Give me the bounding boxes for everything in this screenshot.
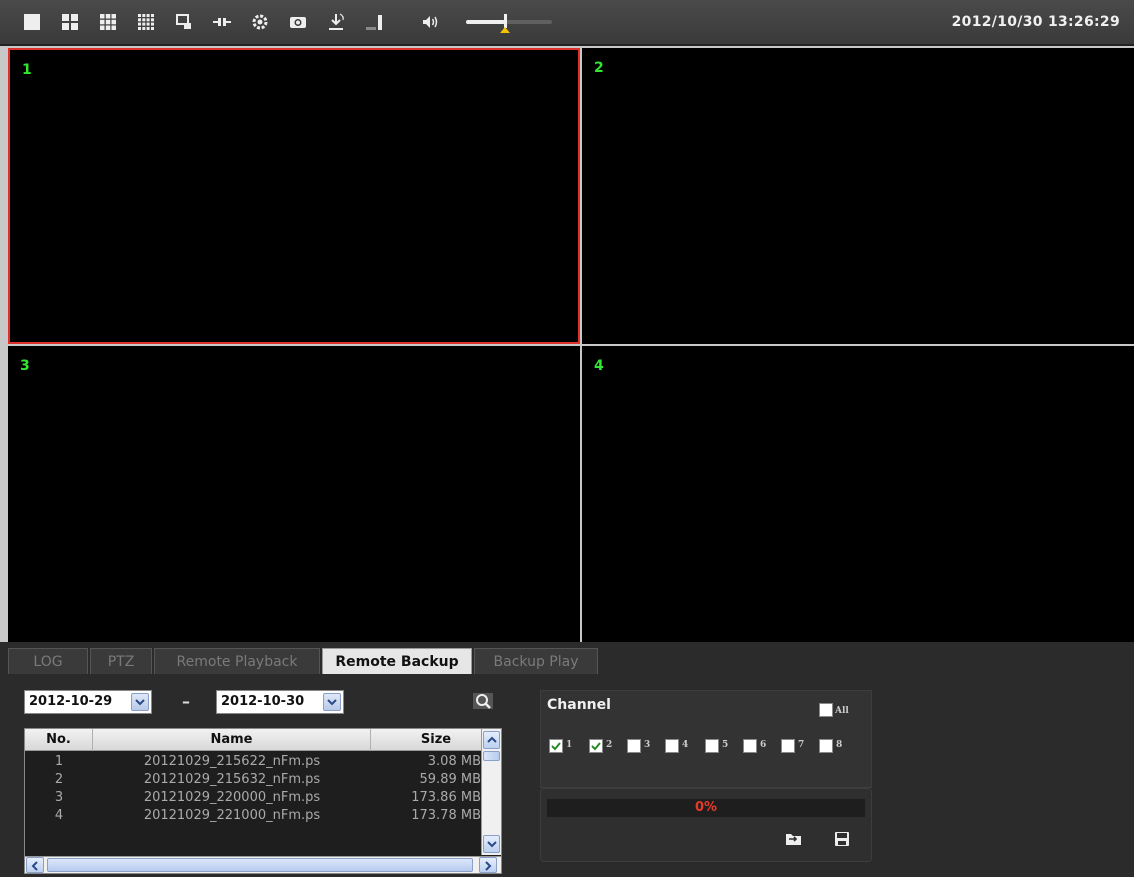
video-pane-4[interactable]: 4 bbox=[582, 346, 1134, 642]
open-folder-icon[interactable] bbox=[784, 829, 806, 851]
tab-ptz[interactable]: PTZ bbox=[90, 648, 152, 674]
cell-name: 20121029_215632_nFm.ps bbox=[143, 772, 321, 787]
channel-checkbox-4[interactable] bbox=[665, 739, 679, 753]
cell-no: 1 bbox=[54, 754, 64, 769]
video-pane-1[interactable]: 1 bbox=[8, 48, 580, 344]
save-icon[interactable] bbox=[832, 829, 854, 851]
cell-size: 59.89 MB bbox=[419, 772, 481, 787]
volume-marker-icon bbox=[500, 27, 510, 33]
table-row[interactable]: 2 20121029_215632_nFm.ps 59.89 MB bbox=[25, 771, 501, 789]
channel-checkbox-8[interactable] bbox=[819, 739, 833, 753]
chevron-down-icon[interactable] bbox=[483, 835, 500, 853]
cell-no: 4 bbox=[54, 808, 64, 823]
layout-9-icon[interactable] bbox=[98, 12, 118, 32]
fullscreen-icon[interactable] bbox=[174, 12, 194, 32]
date-range-separator: – bbox=[182, 692, 190, 711]
channel-checkbox-label: 4 bbox=[682, 740, 689, 750]
tab-bar: LOG PTZ Remote Playback Remote Backup Ba… bbox=[0, 642, 1134, 676]
chevron-right-icon[interactable] bbox=[479, 857, 497, 873]
tab-log[interactable]: LOG bbox=[8, 648, 88, 674]
cell-name: 20121029_215622_nFm.ps bbox=[143, 754, 321, 769]
vertical-scroll-thumb[interactable] bbox=[483, 751, 500, 761]
cell-no: 2 bbox=[54, 772, 64, 787]
pane-number-label: 4 bbox=[594, 358, 604, 374]
chevron-up-icon[interactable] bbox=[483, 731, 500, 749]
table-row[interactable]: 3 20121029_220000_nFm.ps 173.86 MB bbox=[25, 789, 501, 807]
cell-size: 173.78 MB bbox=[411, 808, 481, 823]
channel-checkbox-label: 3 bbox=[644, 740, 651, 750]
record-download-icon[interactable] bbox=[326, 12, 346, 32]
end-date-value: 2012-10-30 bbox=[221, 694, 305, 709]
pane-number-label: 1 bbox=[22, 62, 32, 78]
all-channels-label: All bbox=[835, 706, 849, 716]
cell-name: 20121029_220000_nFm.ps bbox=[143, 790, 321, 805]
tab-backup-play[interactable]: Backup Play bbox=[474, 648, 598, 674]
chevron-left-icon[interactable] bbox=[26, 857, 44, 873]
column-header-no[interactable]: No. bbox=[25, 729, 93, 751]
cell-size: 3.08 MB bbox=[427, 754, 481, 769]
start-date-value: 2012-10-29 bbox=[29, 694, 113, 709]
table-row[interactable]: 4 20121029_221000_nFm.ps 173.78 MB bbox=[25, 807, 501, 825]
channel-checkbox-7[interactable] bbox=[781, 739, 795, 753]
tab-remote-playback[interactable]: Remote Playback bbox=[154, 648, 320, 674]
horizontal-scroll-thumb[interactable] bbox=[47, 858, 473, 872]
channel-checkbox-6[interactable] bbox=[743, 739, 757, 753]
search-icon[interactable] bbox=[472, 690, 496, 714]
channel-checkbox-label: 6 bbox=[760, 740, 767, 750]
layout-1-icon[interactable] bbox=[22, 12, 42, 32]
layout-16-icon[interactable] bbox=[136, 12, 156, 32]
pane-number-label: 3 bbox=[20, 358, 30, 374]
volume-fill bbox=[466, 20, 505, 24]
start-date-select[interactable]: 2012-10-29 bbox=[24, 690, 152, 714]
channel-checkbox-label: 5 bbox=[722, 740, 729, 750]
channel-panel: Channel All 1 2 3 4 5 6 7 8 bbox=[540, 690, 872, 788]
video-pane-2[interactable]: 2 bbox=[582, 48, 1134, 344]
cell-name: 20121029_221000_nFm.ps bbox=[143, 808, 321, 823]
video-grid: 1 2 3 4 bbox=[0, 46, 1134, 642]
table-row[interactable]: 1 20121029_215622_nFm.ps 3.08 MB bbox=[25, 753, 501, 771]
channel-checkbox-label: 7 bbox=[798, 740, 805, 750]
chevron-down-icon[interactable] bbox=[323, 693, 341, 711]
progress-text: 0% bbox=[694, 800, 718, 815]
all-channels-checkbox[interactable] bbox=[819, 703, 833, 717]
vertical-scrollbar[interactable] bbox=[481, 729, 501, 855]
channel-title: Channel bbox=[547, 697, 611, 713]
table-body: 1 20121029_215622_nFm.ps 3.08 MB 2 20121… bbox=[25, 751, 501, 857]
progress-bar: 0% bbox=[547, 799, 865, 817]
backup-progress-panel: 0% bbox=[540, 788, 872, 862]
datetime-display: 2012/10/30 13:26:29 bbox=[951, 14, 1120, 30]
video-pane-3[interactable]: 3 bbox=[8, 346, 580, 642]
horizontal-scrollbar[interactable] bbox=[25, 856, 501, 873]
tab-remote-backup[interactable]: Remote Backup bbox=[322, 648, 472, 674]
channel-checkbox-2[interactable] bbox=[589, 739, 603, 753]
settings-icon[interactable] bbox=[250, 12, 270, 32]
channel-checkbox-label: 1 bbox=[566, 740, 573, 750]
volume-slider[interactable] bbox=[466, 14, 552, 33]
channel-checkbox-1[interactable] bbox=[549, 739, 563, 753]
column-header-name[interactable]: Name bbox=[93, 729, 371, 751]
volume-icon[interactable] bbox=[420, 12, 440, 32]
toolbar: 2012/10/30 13:26:29 bbox=[0, 0, 1134, 46]
connect-icon[interactable] bbox=[212, 12, 232, 32]
chevron-down-icon[interactable] bbox=[131, 693, 149, 711]
cell-no: 3 bbox=[54, 790, 64, 805]
channel-checkbox-label: 8 bbox=[836, 740, 843, 750]
snapshot-camera-icon[interactable] bbox=[288, 12, 308, 32]
channel-checkbox-3[interactable] bbox=[627, 739, 641, 753]
end-date-select[interactable]: 2012-10-30 bbox=[216, 690, 344, 714]
backup-file-table: No. Name Size 1 20121029_215622_nFm.ps 3… bbox=[24, 728, 502, 874]
layout-4-icon[interactable] bbox=[60, 12, 80, 32]
table-header: No. Name Size bbox=[25, 729, 501, 751]
remote-backup-panel: 2012-10-29 – 2012-10-30 No. Name Size 1 … bbox=[0, 676, 1134, 877]
pane-number-label: 2 bbox=[594, 60, 604, 76]
channel-checkbox-label: 2 bbox=[606, 740, 613, 750]
signal-icon[interactable] bbox=[364, 12, 384, 32]
channel-checkbox-5[interactable] bbox=[705, 739, 719, 753]
cell-size: 173.86 MB bbox=[411, 790, 481, 805]
volume-thumb[interactable] bbox=[504, 14, 507, 28]
